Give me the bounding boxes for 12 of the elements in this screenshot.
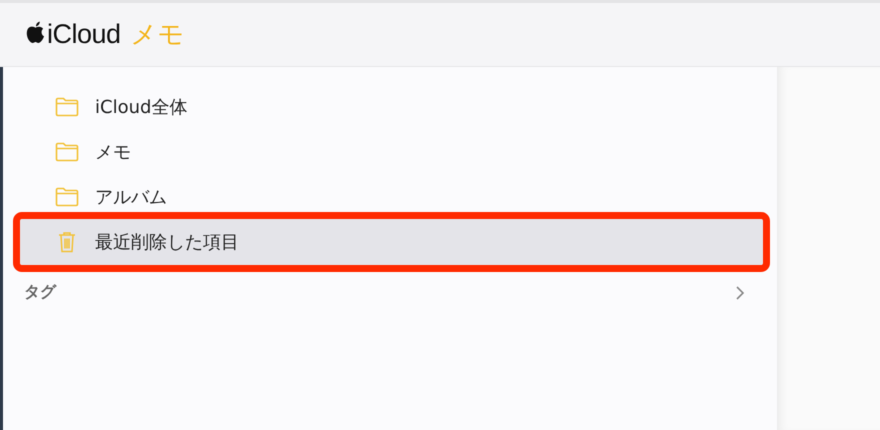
- brand-name: iCloud: [47, 19, 121, 50]
- app-name: メモ: [130, 19, 185, 52]
- folder-icon: [55, 96, 79, 116]
- folder-icon: [55, 186, 79, 206]
- folder-item[interactable]: メモ: [20, 129, 763, 174]
- folder-item[interactable]: 最近削除した項目: [20, 219, 763, 265]
- tags-heading: タグ: [24, 282, 56, 303]
- apple-icon: [26, 21, 45, 44]
- folder-item[interactable]: iCloud全体: [20, 84, 763, 129]
- chevron-icon[interactable]: [735, 284, 745, 300]
- folder-icon: [55, 142, 79, 162]
- folder-item[interactable]: アルバム: [20, 174, 763, 219]
